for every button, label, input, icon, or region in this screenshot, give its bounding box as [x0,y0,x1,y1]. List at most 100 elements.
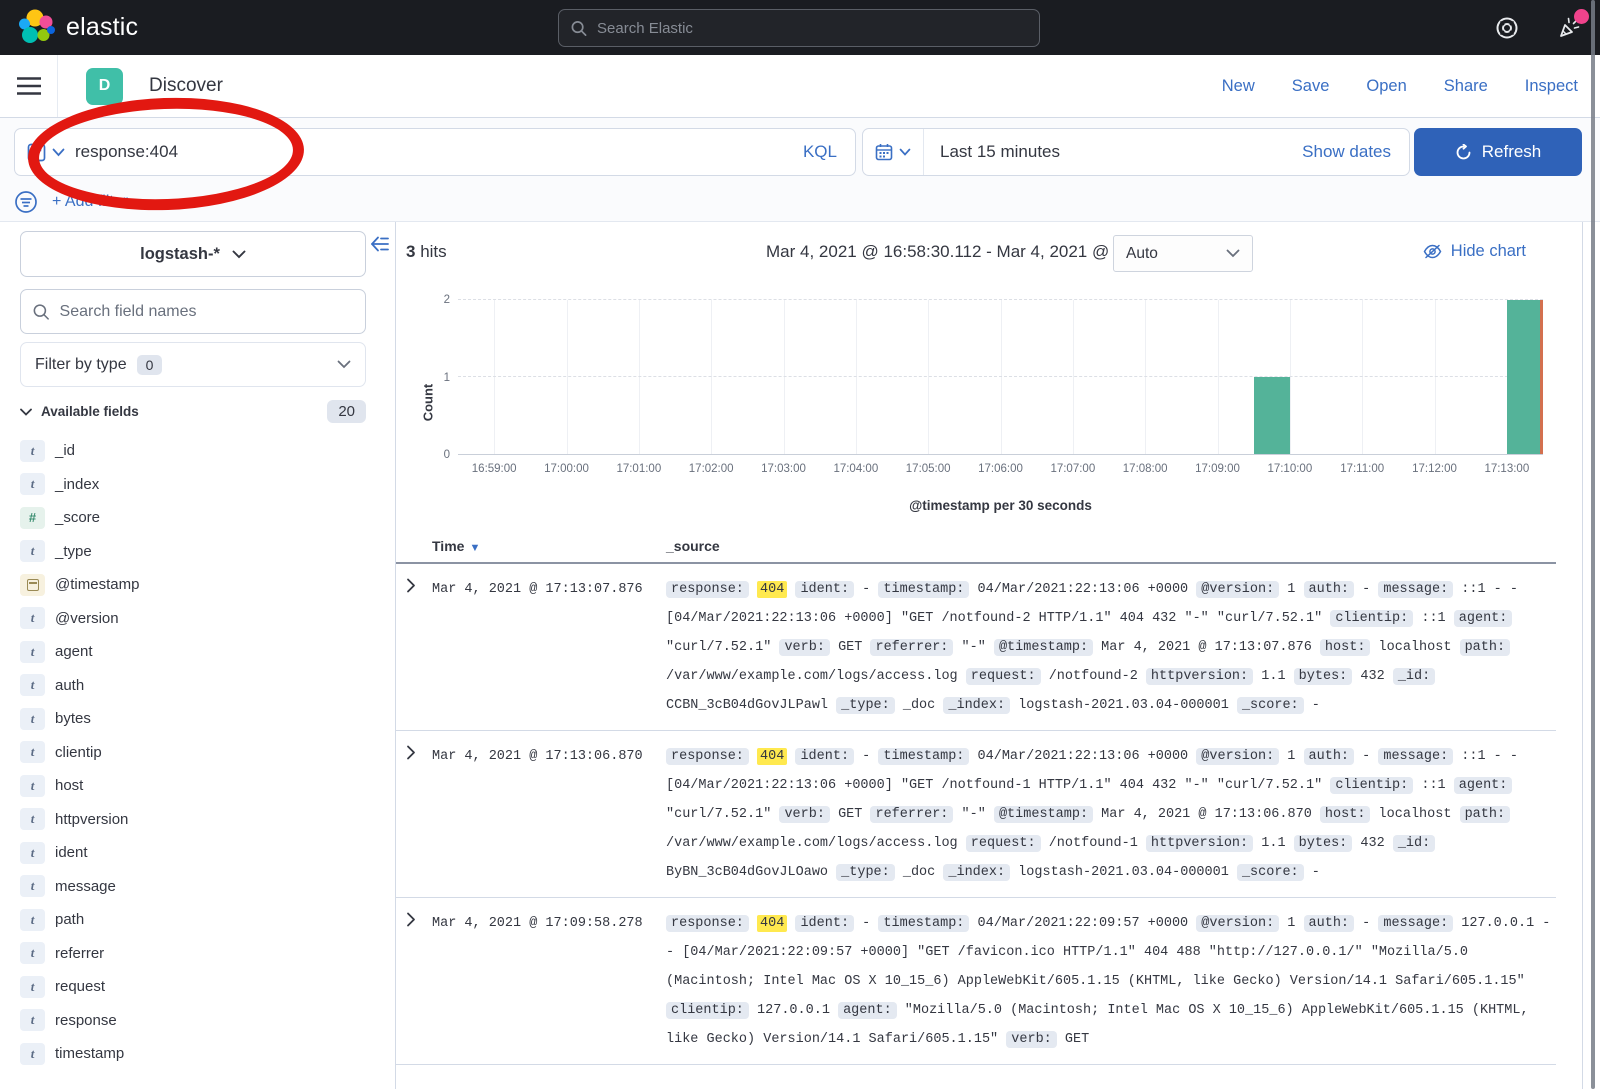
x-tick-label: 17:05:00 [906,463,951,475]
sidebar: logstash-* [0,222,396,1089]
time-column-header[interactable]: Time▼ [424,538,666,554]
x-tick-label: 17:04:00 [833,463,878,475]
field-item-@timestamp[interactable]: @timestamp [20,568,380,602]
documents-table: Time▼ _source Mar 4, 2021 @ 17:13:07.876… [396,530,1556,1065]
text-type-icon: t [20,473,45,495]
expand-row-icon[interactable] [396,575,424,720]
gridline-vertical [1218,300,1219,454]
field-name: bytes [55,710,91,727]
chevron-down-icon [1226,249,1240,258]
query-language-button[interactable]: KQL [785,142,855,162]
newsfeed-icon[interactable] [1556,15,1582,41]
nav-action-share[interactable]: Share [1444,77,1488,96]
nav-action-inspect[interactable]: Inspect [1525,77,1578,96]
source-field-badge: ident: [795,915,854,932]
field-search[interactable] [20,289,366,334]
gridline-vertical [856,300,857,454]
available-fields-toggle[interactable]: Available fields 20 [20,400,366,423]
field-item-auth[interactable]: tauth [20,669,380,703]
index-pattern-select[interactable]: logstash-* [20,231,366,277]
field-name: clientip [55,744,102,761]
field-list: t_idt_index#_scoret_type@timestampt@vers… [20,434,380,1071]
table-row: Mar 4, 2021 @ 17:13:07.876response: 404 … [396,564,1556,731]
gridline-vertical [1290,300,1291,454]
field-item-host[interactable]: thost [20,769,380,803]
field-item-path[interactable]: tpath [20,903,380,937]
global-search[interactable] [558,9,1040,47]
source-field-badge: message: [1378,581,1453,598]
sort-descending-icon[interactable]: ▼ [469,542,480,554]
source-field-badge: _score: [1237,864,1304,881]
field-item-_score[interactable]: #_score [20,501,380,535]
source-field-badge: @version: [1196,581,1279,598]
source-field-badge: timestamp: [878,581,969,598]
filter-icon[interactable] [14,190,38,214]
field-item-bytes[interactable]: tbytes [20,702,380,736]
time-range-value[interactable]: Last 15 minutes [924,142,1060,162]
filter-by-type-select[interactable]: Filter by type 0 [20,342,366,387]
source-field-badge: clientip: [1330,777,1413,794]
vertical-scrollbar[interactable] [1591,0,1595,1089]
elastic-logo[interactable]: elastic [16,9,138,47]
field-item-_index[interactable]: t_index [20,468,380,502]
saved-query-icon [27,143,46,162]
query-input[interactable] [75,142,785,162]
field-item-clientip[interactable]: t clientip [20,736,380,770]
x-tick-label: 16:59:00 [472,463,517,475]
text-type-icon: t [20,607,45,629]
show-dates-button[interactable]: Show dates [1302,142,1409,162]
x-axis-title: @timestamp per 30 seconds [458,498,1543,513]
nav-action-open[interactable]: Open [1366,77,1406,96]
chart-plot[interactable] [458,300,1543,455]
field-item-_id[interactable]: t_id [20,434,380,468]
y-tick-label: 2 [444,294,450,306]
source-field-badge: _score: [1237,697,1304,714]
expand-row-icon[interactable] [396,742,424,887]
nav-action-new[interactable]: New [1222,77,1255,96]
source-field-badge: auth: [1304,915,1355,932]
hide-chart-button[interactable]: Hide chart [1423,242,1526,261]
histogram-bar[interactable] [1507,300,1543,454]
date-picker-menu-button[interactable] [863,129,924,175]
collapse-sidebar-icon[interactable] [370,236,390,252]
x-tick-label: 17:03:00 [761,463,806,475]
table-row: Mar 4, 2021 @ 17:13:06.870response: 404 … [396,731,1556,898]
histogram-bar[interactable] [1254,377,1290,454]
nav-action-save[interactable]: Save [1292,77,1330,96]
field-search-input[interactable] [60,303,353,321]
expand-row-icon[interactable] [396,909,424,1054]
gridline-horizontal [458,299,1543,300]
field-name: referrer [55,945,104,962]
text-type-icon: t [20,942,45,964]
menu-icon[interactable] [0,55,58,117]
refresh-button[interactable]: Refresh [1414,128,1582,176]
field-item-httpversion[interactable]: thttpversion [20,803,380,837]
interval-value: Auto [1126,245,1158,263]
field-item-agent[interactable]: tagent [20,635,380,669]
field-item-_type[interactable]: t_type [20,535,380,569]
table-row: Mar 4, 2021 @ 17:09:58.278response: 404 … [396,898,1556,1065]
text-type-icon: t [20,674,45,696]
gridline-vertical [928,300,929,454]
field-item-response[interactable]: tresponse [20,1004,380,1038]
global-search-input[interactable] [597,20,1027,37]
source-field-badge: auth: [1304,581,1355,598]
field-item-@version[interactable]: t@version [20,602,380,636]
number-type-icon: # [20,507,45,529]
help-icon[interactable] [1494,15,1520,41]
available-fields-label: Available fields [41,404,139,419]
table-rows: Mar 4, 2021 @ 17:13:07.876response: 404 … [396,564,1556,1065]
field-item-timestamp[interactable]: ttimestamp [20,1037,380,1071]
source-field-badge: _index: [943,697,1010,714]
saved-query-menu-button[interactable] [15,143,75,162]
source-field-badge: message: [1378,915,1453,932]
gridline-vertical [1435,300,1436,454]
field-item-referrer[interactable]: t referrer [20,937,380,971]
field-item-message[interactable]: tmessage [20,870,380,904]
field-item-request[interactable]: trequest [20,970,380,1004]
text-type-icon: t [20,741,45,763]
interval-select[interactable]: Auto [1113,235,1253,272]
add-filter-button[interactable]: + Add filter [52,193,128,211]
discover-app-badge[interactable]: D [86,68,123,105]
field-item-ident[interactable]: tident [20,836,380,870]
